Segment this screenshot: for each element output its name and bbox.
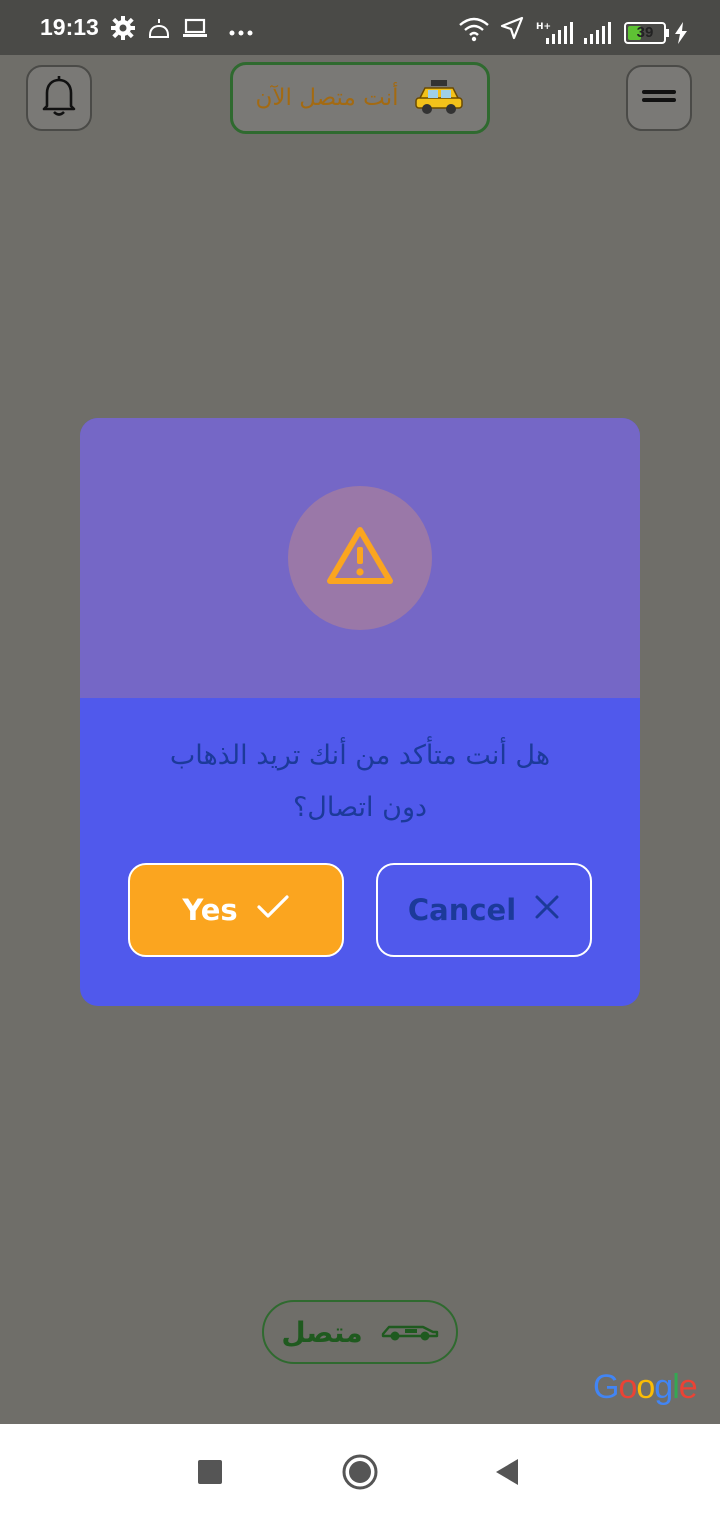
notifications-button[interactable] <box>26 65 92 131</box>
charging-icon <box>674 22 688 48</box>
recents-icon[interactable] <box>198 1460 222 1488</box>
google-letter: o <box>636 1368 655 1406</box>
bell-icon <box>39 74 79 122</box>
location-icon <box>500 16 524 44</box>
menu-icon <box>642 88 676 108</box>
signal-icon <box>584 20 614 50</box>
status-bar: 19:13 H+ 39 <box>0 0 720 55</box>
yes-button-label: Yes <box>182 893 238 927</box>
more-icon <box>228 22 254 41</box>
yes-button[interactable]: Yes <box>128 863 344 957</box>
check-icon <box>256 893 290 927</box>
connection-status-pill[interactable]: أنت متصل الآن <box>230 62 490 134</box>
back-icon[interactable] <box>494 1457 520 1491</box>
status-time: 19:13 <box>40 14 99 40</box>
google-letter: g <box>654 1368 673 1406</box>
connection-status-label: أنت متصل الآن <box>255 85 399 111</box>
cancel-button-label: Cancel <box>407 893 517 927</box>
google-letter: e <box>678 1368 698 1406</box>
signal-icon: H+ <box>536 20 578 50</box>
dialog-message-line2: دون اتصال؟ <box>292 792 428 823</box>
cancel-button[interactable]: Cancel <box>376 863 592 957</box>
gear-icon <box>111 16 135 44</box>
online-status-toggle[interactable]: متصل <box>262 1300 458 1364</box>
google-letter: G <box>593 1368 619 1406</box>
laptop-icon <box>182 16 208 44</box>
warning-icon-circle <box>288 486 432 630</box>
taxi-icon <box>413 76 465 120</box>
dialog-header <box>80 418 640 698</box>
battery-icon: 39 <box>624 22 666 44</box>
online-status-label: متصل <box>281 1315 363 1349</box>
car-icon <box>381 1319 439 1345</box>
battery-nub <box>666 29 669 37</box>
dialog-message: هل أنت متأكد من أنك تريد الذهاب دون اتصا… <box>120 730 600 834</box>
navigation-bar <box>0 1424 720 1520</box>
home-icon[interactable] <box>340 1452 380 1496</box>
google-attribution: Google <box>593 1368 698 1407</box>
menu-button[interactable] <box>626 65 692 131</box>
battery-percent: 39 <box>636 24 654 41</box>
close-icon <box>534 893 560 927</box>
alarm-icon <box>147 16 171 44</box>
wifi-icon <box>458 16 490 46</box>
google-letter: o <box>618 1368 637 1406</box>
svg-text:H+: H+ <box>536 22 551 32</box>
confirm-offline-dialog: هل أنت متأكد من أنك تريد الذهاب دون اتصا… <box>80 418 640 1006</box>
dialog-message-line1: هل أنت متأكد من أنك تريد الذهاب <box>169 740 551 771</box>
warning-icon <box>325 525 395 591</box>
